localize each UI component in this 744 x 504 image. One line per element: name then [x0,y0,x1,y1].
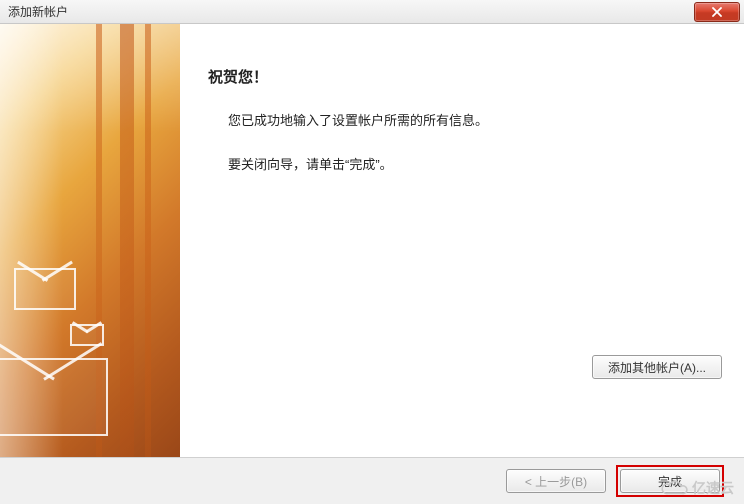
add-other-account-button[interactable]: 添加其他帐户(A)... [592,355,722,379]
wizard-body: 祝贺您！ 您已成功地输入了设置帐户所需的所有信息。 要关闭向导，请单击“完成”。… [180,24,744,457]
title-bar: 添加新帐户 [0,0,744,24]
success-message: 您已成功地输入了设置帐户所需的所有信息。 [228,111,720,131]
wizard-content: 祝贺您！ 您已成功地输入了设置帐户所需的所有信息。 要关闭向导，请单击“完成”。… [0,24,744,458]
congrats-heading: 祝贺您！ [208,66,720,87]
finish-highlight: 完成 [616,465,724,497]
close-instruction: 要关闭向导，请单击“完成”。 [228,155,720,175]
finish-button[interactable]: 完成 [620,469,720,493]
envelope-icon [0,358,108,436]
close-icon [712,7,722,17]
wizard-sidebar-graphic [0,24,180,457]
envelope-icon [14,268,76,310]
close-button[interactable] [694,2,740,22]
window-title: 添加新帐户 [8,3,68,20]
back-button: < 上一步(B) [506,469,606,493]
wizard-footer: < 上一步(B) 完成 [0,458,744,504]
